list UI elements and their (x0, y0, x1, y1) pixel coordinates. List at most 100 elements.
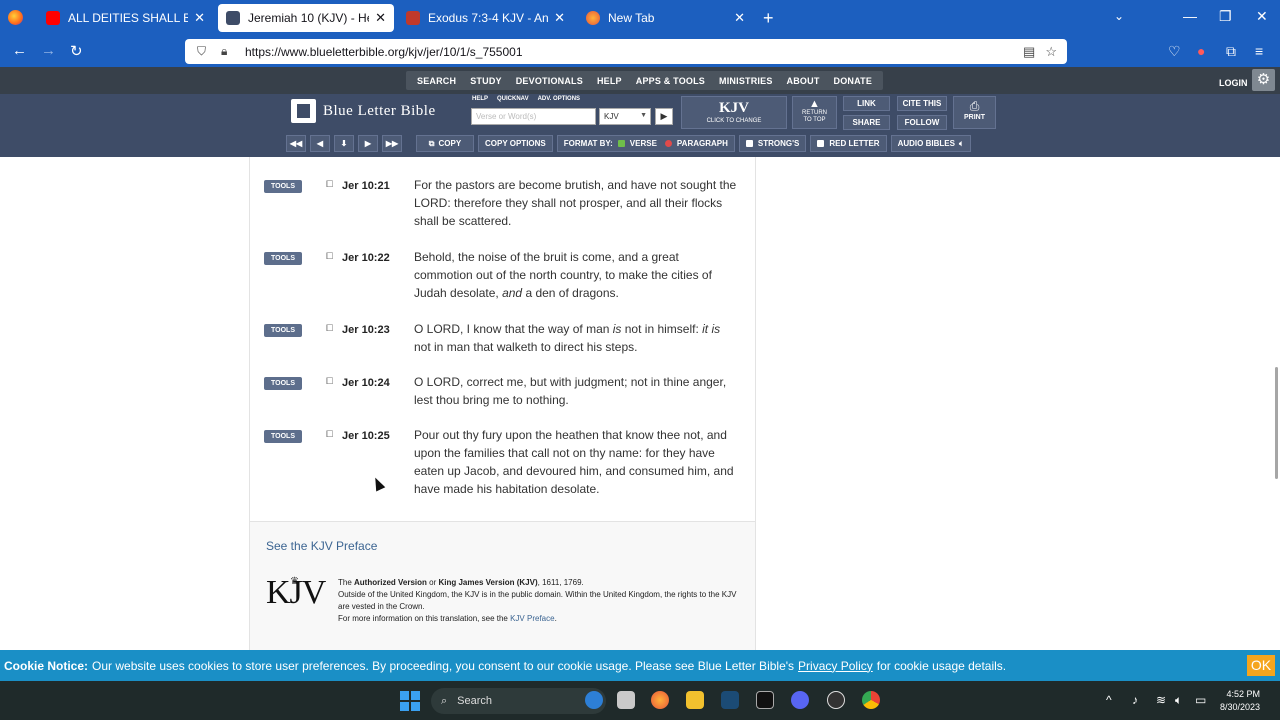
paragraph-checkbox[interactable] (664, 140, 672, 147)
menu-devotionals[interactable]: DEVOTIONALS (509, 76, 590, 86)
menu-help[interactable]: HELP (590, 76, 629, 86)
return-to-top-button[interactable]: ▲ RETURN TO TOP (792, 96, 837, 129)
verse-reference[interactable]: Jer 10:22 (342, 252, 390, 264)
microphone-icon[interactable]: ♪ (1132, 693, 1138, 707)
back-arrow-icon[interactable]: ← (12, 42, 27, 59)
windows-start-icon[interactable] (400, 691, 420, 711)
verse-search-input[interactable]: Verse or Word(s) (471, 108, 596, 125)
copy-verse-icon[interactable]: ⧠ (326, 323, 333, 334)
adv-options-link[interactable]: ADV. OPTIONS (538, 96, 580, 102)
copy-verse-icon[interactable]: ⧠ (326, 429, 333, 440)
firefox-taskbar-icon[interactable] (651, 691, 669, 709)
app-icon[interactable] (827, 691, 845, 709)
link-button[interactable]: LINK (843, 96, 890, 111)
site-logo[interactable]: Blue Letter Bible (323, 103, 436, 120)
down-arrow-icon[interactable]: ⬇ (334, 135, 354, 152)
cite-this-button[interactable]: CITE THIS (897, 96, 947, 111)
close-tab-icon[interactable]: ✕ (554, 10, 565, 26)
close-window-icon[interactable]: ✕ (1256, 8, 1268, 25)
close-tab-icon[interactable]: ✕ (375, 10, 386, 26)
taskbar-clock[interactable]: 4:52 PM 8/30/2023 (1220, 688, 1260, 714)
last-chapter-icon[interactable]: ▶▶ (382, 135, 402, 152)
gear-icon[interactable]: ⚙ (1252, 69, 1275, 91)
taskbar-search[interactable]: ⌕ Search (431, 688, 606, 714)
red-letter-checkbox[interactable] (817, 140, 825, 147)
url-bar[interactable]: ⛉ 🔒︎ https://www.blueletterbible.org/kjv… (185, 39, 1067, 64)
search-go-button[interactable]: ▶ (655, 108, 673, 125)
red-letter-toggle[interactable]: RED LETTER (810, 135, 887, 152)
tools-button[interactable]: TOOLS (264, 377, 302, 390)
forward-arrow-icon[interactable]: → (41, 42, 56, 59)
version-select[interactable]: KJV ▼ (599, 108, 651, 125)
copy-button[interactable]: ⧉ COPY (416, 135, 474, 152)
menu-ministries[interactable]: MINISTRIES (712, 76, 780, 86)
previous-chapter-icon[interactable]: ◀ (310, 135, 330, 152)
minimize-icon[interactable]: — (1183, 8, 1197, 24)
bing-icon[interactable] (585, 691, 603, 709)
discord-icon[interactable] (791, 691, 809, 709)
battery-icon[interactable]: ▭ (1195, 693, 1206, 707)
bookmark-star-icon[interactable]: ☆ (1045, 44, 1057, 60)
follow-button[interactable]: FOLLOW (897, 115, 947, 130)
kjv-preface-link[interactable]: See the KJV Preface (266, 539, 377, 553)
hamburger-menu-icon[interactable]: ≡ (1255, 43, 1263, 59)
kjv-preface-inline-link[interactable]: KJV Preface (510, 614, 554, 623)
share-button[interactable]: SHARE (843, 115, 890, 130)
task-view-icon[interactable] (617, 691, 635, 709)
extension-icon[interactable]: ● (1197, 43, 1205, 59)
maximize-icon[interactable]: ❐ (1219, 8, 1232, 25)
lock-icon[interactable]: 🔒︎ (221, 44, 237, 59)
reader-view-icon[interactable]: ▤ (1023, 44, 1035, 60)
tools-button[interactable]: TOOLS (264, 430, 302, 443)
new-tab-plus-icon[interactable]: + (763, 8, 774, 29)
menu-study[interactable]: STUDY (463, 76, 509, 86)
copy-verse-icon[interactable]: ⧠ (326, 376, 333, 387)
verse-reference[interactable]: Jer 10:21 (342, 180, 390, 192)
tools-button[interactable]: TOOLS (264, 180, 302, 193)
menu-search[interactable]: SEARCH (410, 76, 463, 86)
list-all-tabs-chevron-icon[interactable]: ⌄ (1114, 9, 1124, 23)
tools-button[interactable]: TOOLS (264, 252, 302, 265)
pocket-icon[interactable]: ♡ (1168, 43, 1181, 60)
tray-chevron-up-icon[interactable]: ^ (1106, 693, 1112, 707)
paragraph-label[interactable]: PARAGRAPH (677, 139, 728, 148)
menu-donate[interactable]: DONATE (827, 76, 880, 86)
blb-book-icon[interactable] (291, 99, 316, 123)
print-button[interactable]: ⎙ PRINT (953, 96, 996, 129)
verse-label[interactable]: VERSE (630, 139, 657, 148)
login-link[interactable]: LOGIN (1219, 78, 1248, 88)
quicknav-link[interactable]: QUICKNAV (497, 96, 529, 102)
verse-reference[interactable]: Jer 10:23 (342, 324, 390, 336)
first-chapter-icon[interactable]: ◀◀ (286, 135, 306, 152)
epic-games-icon[interactable] (756, 691, 774, 709)
browser-tab-3[interactable]: Exodus 7:3-4 KJV - And I will harden ✕ (398, 4, 573, 32)
tracking-shield-icon[interactable]: ⛉ (197, 44, 213, 59)
verse-reference[interactable]: Jer 10:24 (342, 377, 390, 389)
close-tab-icon[interactable]: ✕ (194, 10, 205, 26)
wifi-icon[interactable]: ≋ (1156, 693, 1166, 707)
help-link[interactable]: HELP (472, 96, 488, 102)
verse-checkbox[interactable] (617, 140, 625, 147)
copy-options-button[interactable]: COPY OPTIONS (478, 135, 553, 152)
tools-button[interactable]: TOOLS (264, 324, 302, 337)
next-chapter-icon[interactable]: ▶ (358, 135, 378, 152)
firefox-icon[interactable] (8, 10, 23, 25)
strongs-checkbox[interactable] (745, 140, 753, 147)
steam-icon[interactable] (721, 691, 739, 709)
url-text[interactable]: https://www.blueletterbible.org/kjv/jer/… (245, 45, 1023, 59)
browser-tab-1[interactable]: ALL DEITIES SHALL BE CONFOUNDED ✕ (38, 4, 213, 32)
file-explorer-icon[interactable] (686, 691, 704, 709)
close-tab-icon[interactable]: ✕ (734, 10, 745, 26)
page-scrollbar[interactable] (1275, 367, 1278, 479)
audio-bibles-button[interactable]: AUDIO BIBLES 🔈︎ (890, 135, 971, 152)
extensions-puzzle-icon[interactable]: ⧉ (1226, 43, 1236, 60)
copy-verse-icon[interactable]: ⧠ (326, 179, 333, 190)
version-switch-button[interactable]: KJV CLICK TO CHANGE (681, 96, 787, 129)
verse-reference[interactable]: Jer 10:25 (342, 430, 390, 442)
cookie-ok-button[interactable]: OK (1247, 655, 1275, 676)
strongs-toggle[interactable]: STRONG'S (738, 135, 807, 152)
menu-about[interactable]: ABOUT (780, 76, 827, 86)
browser-tab-4[interactable]: New Tab ✕ (578, 4, 753, 32)
menu-apps-tools[interactable]: APPS & TOOLS (629, 76, 712, 86)
copy-verse-icon[interactable]: ⧠ (326, 251, 333, 262)
